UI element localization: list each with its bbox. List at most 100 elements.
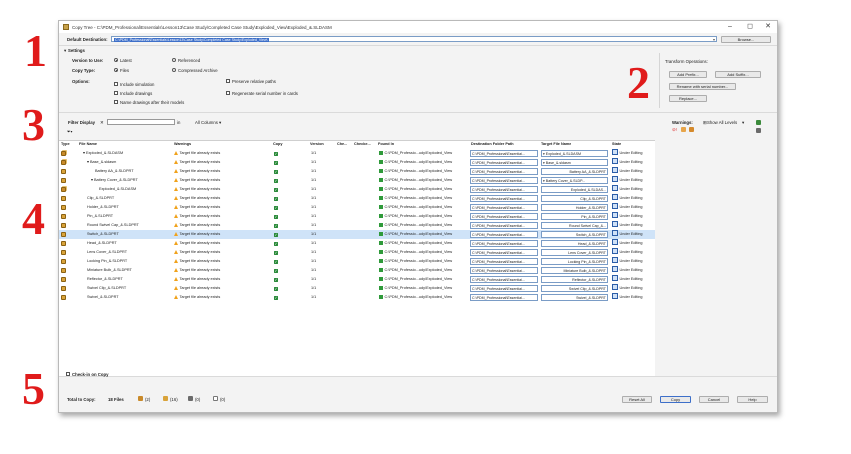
close-button[interactable]: ✕ [761,22,775,32]
copy-checkbox[interactable]: ✓ [274,205,278,210]
add-prefix-button[interactable]: Add Prefix... [669,71,707,78]
target-file-name-field[interactable]: Round Swivel Cap_&... [541,222,608,229]
radio-compressed-archive[interactable] [172,68,176,72]
copy-checkbox[interactable]: ✓ [274,268,278,273]
export-icon[interactable] [756,120,761,125]
destination-path-field[interactable]: C:\PDM_Professional\Essentiai... [470,285,538,292]
funnel-icon[interactable]: ⏷▾ [67,129,73,134]
rename-serial-button[interactable]: Rename with serial number... [669,83,736,90]
copy-button[interactable]: Copy [660,396,691,403]
chevron-down-icon[interactable]: ▾ [713,37,715,42]
column-header-state[interactable]: State [612,141,621,148]
copy-checkbox[interactable]: ✓ [274,286,278,291]
table-row[interactable]: ▾ Exploded_&.SLDASM Target file already e… [59,149,655,158]
table-row[interactable]: Battery AA_&.SLDPRT Target file already e… [59,167,655,176]
warning-filter-icon[interactable] [681,127,686,132]
copy-checkbox[interactable]: ✓ [274,295,278,300]
add-suffix-button[interactable]: Add Suffix... [715,71,761,78]
destination-path-field[interactable]: C:\PDM_Professional\Essentiai... [470,159,538,166]
maximize-button[interactable]: ◻ [743,22,757,32]
table-row[interactable]: Swivel_&.SLDPRT Target file already exist… [59,293,655,302]
target-file-name-field[interactable]: Head_&.SLDPRT [541,240,608,247]
destination-path-field[interactable]: C:\PDM_Professional\Essentiai... [470,294,538,301]
column-header-copy[interactable]: Copy [273,141,283,148]
table-row[interactable]: Swivel Clip_&.SLDPRT Target file already … [59,284,655,293]
destination-field[interactable]: C:\PDM_Professional\Essentials\Lesson13\… [111,36,717,42]
target-file-name-field[interactable]: Swivel Clip_&.SLDPRT [541,285,608,292]
target-file-name-field[interactable]: Battery AA_&.SLDPRT [541,168,608,175]
column-header-checked-by[interactable]: Checke... [354,141,371,148]
error-filter-icon[interactable]: ⊘! [672,127,677,133]
include-drawings-checkbox[interactable] [114,91,118,95]
browse-button[interactable]: Browse... [721,36,771,43]
destination-path-field[interactable]: C:\PDM_Professional\Essentiai... [470,150,538,157]
copy-checkbox[interactable]: ✓ [274,196,278,201]
destination-path-field[interactable]: C:\PDM_Professional\Essentiai... [470,249,538,256]
target-file-name-field[interactable]: Holder_&.SLDPRT [541,204,608,211]
table-row[interactable]: Miniature Bulb_&.SLDPRT Target file alrea… [59,266,655,275]
destination-path-field[interactable]: C:\PDM_Professional\Essentiai... [470,231,538,238]
regenerate-serial-checkbox[interactable] [226,91,230,95]
copy-checkbox[interactable]: ✓ [274,151,278,156]
copy-checkbox[interactable]: ✓ [274,178,278,183]
destination-path-field[interactable]: C:\PDM_Professional\Essentiai... [470,186,538,193]
columns-dropdown[interactable]: All Columns [195,120,218,125]
name-drawings-checkbox[interactable] [114,100,118,104]
levels-dropdown[interactable]: Show All Levels [707,120,737,125]
help-button[interactable]: Help [737,396,768,403]
column-header-target-file-name[interactable]: Target File Name [541,141,571,148]
replace-button[interactable]: Replace... [669,95,707,102]
preserve-relative-paths-checkbox[interactable] [226,79,230,83]
checkin-on-copy-checkbox[interactable] [66,372,70,376]
target-file-name-field[interactable]: ▾ Base_&.sldasm [541,159,608,166]
copy-checkbox[interactable]: ✓ [274,232,278,237]
table-row[interactable]: Pin_&.SLDPRT Target file already exists ✓ 1… [59,212,655,221]
table-row[interactable]: Locking Pin_&.SLDPRT Target file already … [59,257,655,266]
copy-checkbox[interactable]: ✓ [274,250,278,255]
radio-referenced[interactable] [172,58,176,62]
cancel-button[interactable]: Cancel [699,396,729,403]
column-header-destination[interactable]: Destination Folder Path [471,141,514,148]
destination-path-field[interactable]: C:\PDM_Professional\Essentiai... [470,222,538,229]
target-file-name-field[interactable]: Miniature Bulb_&.SLDPRT [541,267,608,274]
copy-checkbox[interactable]: ✓ [274,223,278,228]
reset-all-button[interactable]: Reset All [622,396,652,403]
table-row[interactable]: Switch_&.SLDPRT Target file already exist… [59,230,655,239]
copy-checkbox[interactable]: ✓ [274,259,278,264]
table-row[interactable]: Reflector_&.SLDPRT Target file already ex… [59,275,655,284]
table-row[interactable]: Holder_&.SLDPRT Target file already exist… [59,203,655,212]
clear-filter-icon[interactable]: ✕ [100,120,104,126]
collapse-icon[interactable]: ▾ [64,48,66,54]
target-file-name-field[interactable]: Reflector_&.SLDPRT [541,276,608,283]
include-simulation-checkbox[interactable] [114,82,118,86]
target-file-name-field[interactable]: Swivel_&.SLDPRT [541,294,608,301]
radio-files[interactable] [114,68,118,72]
column-header-found-in[interactable]: Found In [378,141,394,148]
table-row[interactable]: Round Swivel Cap_&.SLDPRT Target file alr… [59,221,655,230]
settings-header[interactable]: Settings [68,48,85,53]
target-file-name-field[interactable]: ▾ Battery Cover_&.SLDP... [541,177,608,184]
destination-path-field[interactable]: C:\PDM_Professional\Essentiai... [470,267,538,274]
table-row[interactable]: Exploded_&.SLDASM Target file already exi… [59,185,655,194]
copy-checkbox[interactable]: ✓ [274,187,278,192]
copy-checkbox[interactable]: ✓ [274,277,278,282]
target-file-name-field[interactable]: Pin_&.SLDPRT [541,213,608,220]
target-file-name-field[interactable]: ▾ Exploded_&.SLDASM [541,150,608,157]
save-icon[interactable] [756,128,761,133]
copy-checkbox[interactable]: ✓ [274,241,278,246]
destination-path-field[interactable]: C:\PDM_Professional\Essentiai... [470,168,538,175]
filter-input[interactable] [107,119,175,125]
chevron-down-icon[interactable]: ▾ [742,120,744,126]
column-header-file-name[interactable]: File Name [79,141,97,148]
destination-path-field[interactable]: C:\PDM_Professional\Essentiai... [470,195,538,202]
destination-path-field[interactable]: C:\PDM_Professional\Essentiai... [470,213,538,220]
copy-checkbox[interactable]: ✓ [274,169,278,174]
copy-checkbox[interactable]: ✓ [274,160,278,165]
column-header-type[interactable]: Type [61,141,70,148]
target-file-name-field[interactable]: Locking Pin_&.SLDPRT [541,258,608,265]
target-file-name-field[interactable]: Lens Cover_&.SLDPRT [541,249,608,256]
destination-path-field[interactable]: C:\PDM_Professional\Essentiai... [470,240,538,247]
column-header-checked-out[interactable]: Che... [337,141,347,148]
minimize-button[interactable]: – [723,22,737,32]
radio-latest[interactable] [114,58,118,62]
